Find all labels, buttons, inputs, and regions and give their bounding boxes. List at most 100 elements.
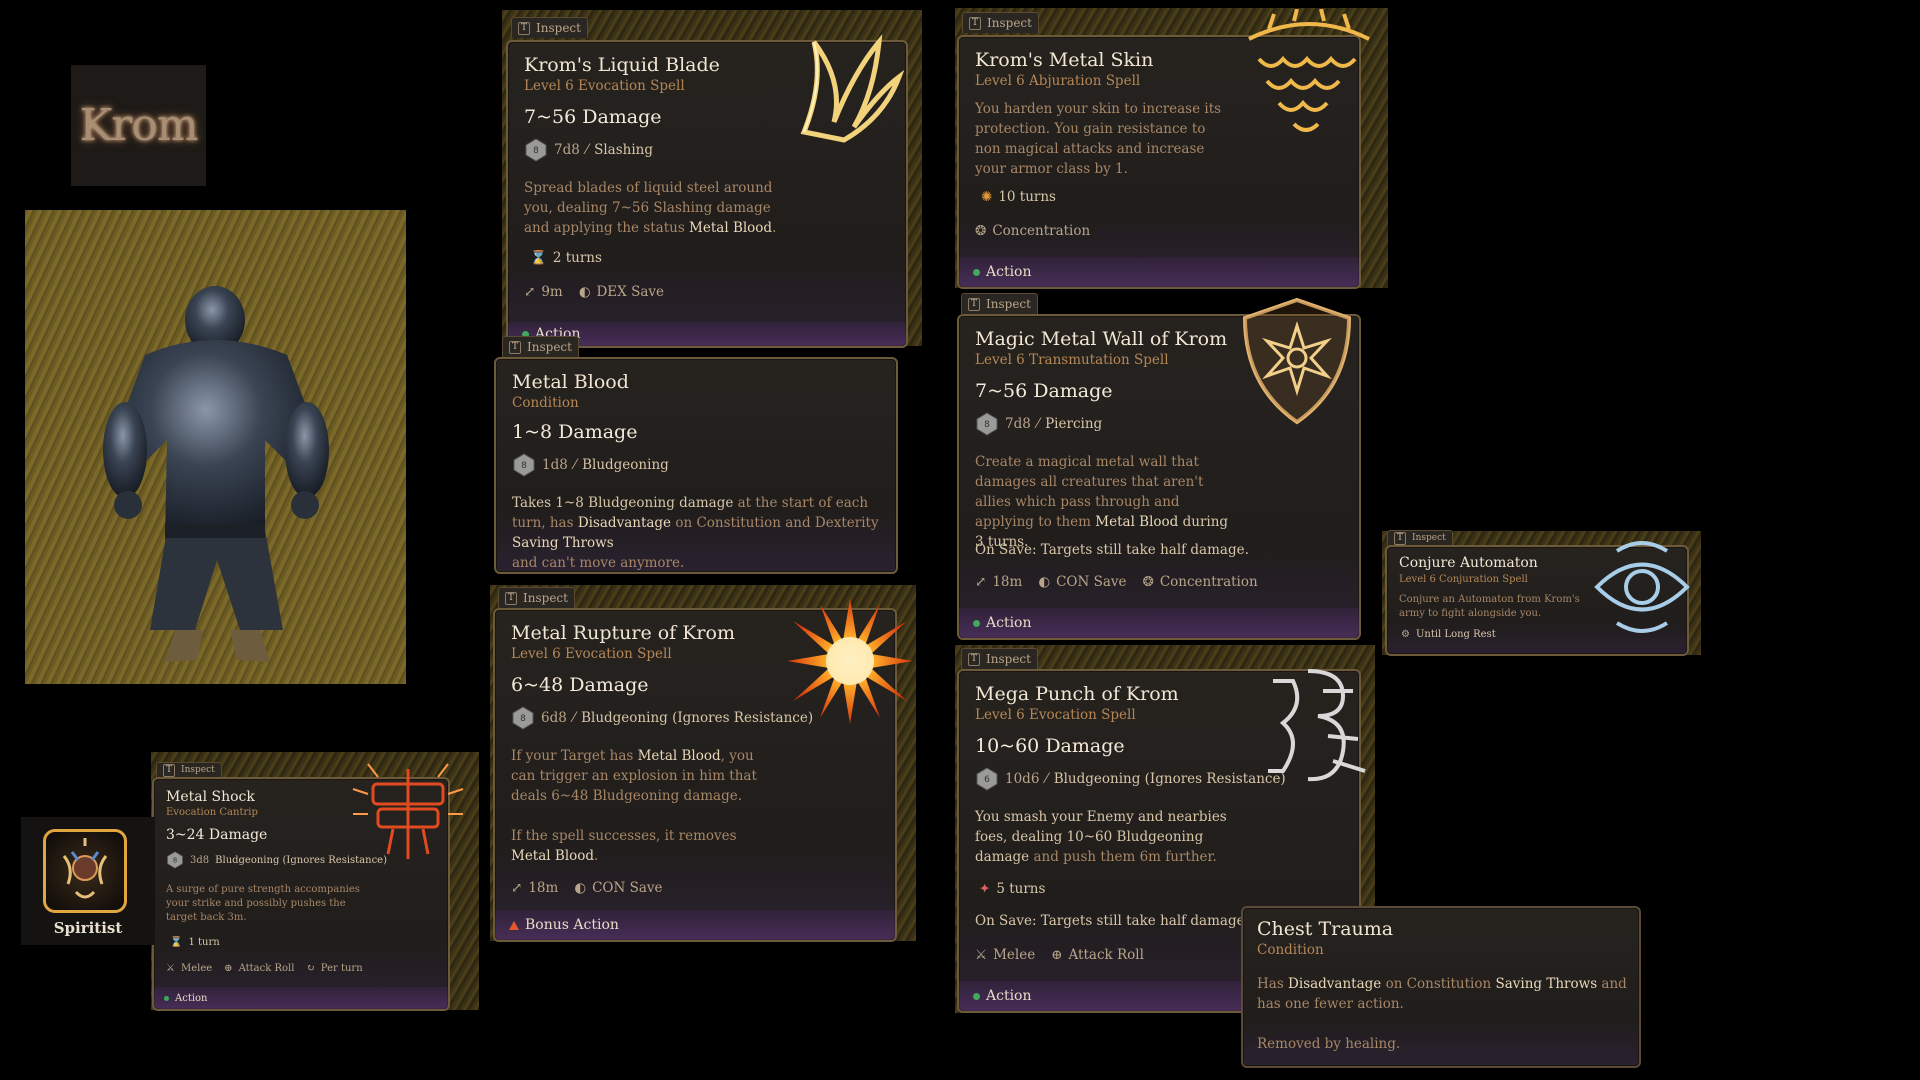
duration: 10 turns	[998, 189, 1056, 205]
inspect-tab[interactable]: T Inspect	[962, 12, 1039, 33]
inspect-label: Inspect	[987, 16, 1032, 30]
spell-description: A surge of pure strength accompanies you…	[166, 884, 360, 923]
svg-text:8: 8	[984, 420, 990, 430]
attack-roll-icon: ⊕	[224, 963, 233, 974]
spell-subtitle: Level 6 Evocation Spell	[524, 78, 685, 94]
inspect-tab[interactable]: T Inspect	[498, 587, 575, 608]
spell-name: Conjure Automaton	[1399, 555, 1538, 571]
inspect-tab[interactable]: T Inspect	[511, 17, 588, 38]
concentration-label: Concentration	[1159, 574, 1258, 590]
hourglass-icon: ⌛	[170, 937, 183, 948]
class-badge: Spiritist	[21, 817, 155, 945]
action-type: Action	[986, 264, 1032, 280]
spell-name: Krom's Liquid Blade	[524, 54, 720, 76]
condition-description: Has Disadvantage on Constitution Saving …	[1257, 976, 1627, 1012]
svg-text:6: 6	[984, 775, 990, 785]
character-name: Krom	[79, 100, 198, 151]
damage-type: Bludgeoning (Ignores Resistance)	[215, 854, 388, 866]
inspect-tab[interactable]: T Inspect	[1387, 530, 1453, 545]
duration: 5 turns	[996, 881, 1046, 897]
inspect-label: Inspect	[181, 765, 215, 775]
range-icon: ⤢	[511, 880, 523, 896]
damage-range: 7~56 Damage	[524, 106, 662, 128]
liquid-blade-tooltip: Krom's Liquid Blade Level 6 Evocation Sp…	[506, 34, 908, 348]
dice-formula: 7d8	[1005, 416, 1031, 432]
metal-shock-tooltip: Metal Shock Evocation Cantrip 3~24 Damag…	[152, 763, 464, 1011]
inspect-label: Inspect	[1412, 533, 1446, 543]
range-value: 18m	[992, 574, 1023, 590]
spiritist-icon-frame	[43, 829, 127, 913]
melee-label: Melee	[180, 963, 213, 974]
spell-name: Magic Metal Wall of Krom	[975, 328, 1228, 350]
inspect-key: T	[509, 340, 522, 354]
save-type: DEX Save	[596, 284, 664, 300]
condition-subtitle: Condition	[1257, 942, 1324, 958]
inspect-tab[interactable]: T Inspect	[961, 648, 1038, 669]
metal-blood-tooltip: Metal Blood Condition 1~8 Damage 8 1d8 ⁄…	[494, 357, 898, 574]
damage-range: 3~24 Damage	[166, 827, 268, 843]
spell-description: Conjure an Automaton from Krom's army to…	[1399, 594, 1580, 619]
action-type: Action	[986, 615, 1032, 631]
inspect-label: Inspect	[986, 652, 1031, 666]
range-value: 18m	[528, 880, 559, 896]
inspect-key: T	[969, 16, 982, 30]
condition-description: Takes 1~8 Bludgeoning damage at the star…	[512, 495, 879, 571]
dice-formula: 7d8	[554, 142, 580, 158]
inspect-key: T	[163, 763, 176, 777]
hammer-icon: ⁄	[572, 710, 576, 726]
save-icon: ◐	[578, 284, 591, 300]
range-icon: ⤢	[524, 284, 536, 300]
svg-text:8: 8	[521, 461, 527, 471]
damage-type: Bludgeoning (Ignores Resistance)	[581, 710, 814, 726]
spell-subtitle: Level 6 Evocation Spell	[511, 646, 672, 662]
metal-wall-tooltip: Magic Metal Wall of Krom Level 6 Transmu…	[957, 297, 1361, 640]
spiritist-icon	[62, 838, 108, 899]
armor-turns-icon: ✺	[981, 189, 993, 205]
shield-icon	[1242, 297, 1352, 425]
liquid-blade-icon	[800, 34, 904, 143]
condition-name: Metal Blood	[512, 371, 629, 393]
inspect-key: T	[518, 21, 531, 35]
action-dot-icon	[973, 268, 980, 276]
spell-subtitle: Level 6 Abjuration Spell	[975, 73, 1141, 89]
metal-rupture-tooltip: Metal Rupture of Krom Level 6 Evocation …	[493, 598, 913, 942]
spell-description: Create a magical metal wall that damages…	[975, 454, 1229, 550]
inspect-tab[interactable]: T Inspect	[961, 293, 1038, 314]
save-type: CON Save	[592, 880, 663, 896]
bonus-action-triangle-icon	[509, 920, 519, 930]
concentration-icon: ❂	[975, 223, 987, 239]
inspect-tab[interactable]: T Inspect	[502, 336, 579, 357]
sword-icon: ⁄	[585, 142, 589, 158]
spell-subtitle: Evocation Cantrip	[166, 807, 258, 818]
push-icon: ✦	[979, 881, 991, 897]
duration: 2 turns	[552, 250, 602, 266]
inspect-key: T	[968, 297, 981, 311]
spell-description: If your Target has Metal Blood, you can …	[511, 748, 757, 804]
range-icon: ⤢	[975, 574, 987, 590]
per-turn-icon: ↻	[306, 963, 315, 974]
dice-formula: 6d8	[541, 710, 567, 726]
hammer-icon: ⁄	[573, 457, 577, 473]
inspect-key: T	[505, 591, 518, 605]
spell-name: Metal Shock	[166, 789, 255, 805]
attack-roll-label: Attack Roll	[1068, 947, 1144, 963]
dice-formula: 1d8	[542, 457, 568, 473]
inspect-tab[interactable]: T Inspect	[156, 762, 222, 777]
save-icon: ◐	[574, 880, 587, 896]
spell-name: Mega Punch of Krom	[975, 683, 1179, 705]
damage-type: Slashing	[594, 142, 653, 158]
character-render	[25, 210, 406, 684]
action-type: Action	[175, 992, 208, 1004]
damage-range: 1~8 Damage	[512, 421, 638, 443]
per-turn-label: Per turn	[320, 963, 363, 974]
svg-text:8: 8	[533, 146, 539, 156]
concentration-icon: ❂	[1142, 574, 1154, 590]
duration: 1 turn	[188, 937, 220, 948]
range-value: 9m	[541, 284, 563, 300]
spell-description: You harden your skin to increase its pro…	[975, 101, 1222, 177]
action-dot-icon	[973, 619, 980, 627]
hammer-icon: ⁄	[1045, 771, 1048, 787]
inspect-label: Inspect	[986, 297, 1031, 311]
conjure-automaton-tooltip: Conjure Automaton Level 6 Conjuration Sp…	[1385, 541, 1690, 656]
action-type: Bonus Action	[525, 917, 619, 933]
